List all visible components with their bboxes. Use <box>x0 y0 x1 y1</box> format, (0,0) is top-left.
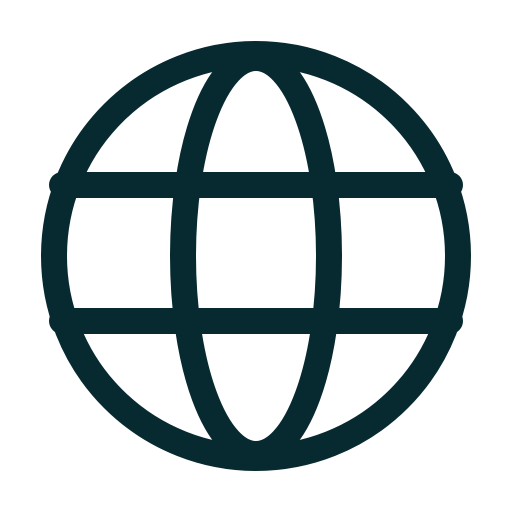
globe-icon <box>41 41 471 471</box>
globe-outline <box>41 41 471 471</box>
globe-meridian <box>170 45 342 467</box>
icon-canvas <box>0 0 512 512</box>
